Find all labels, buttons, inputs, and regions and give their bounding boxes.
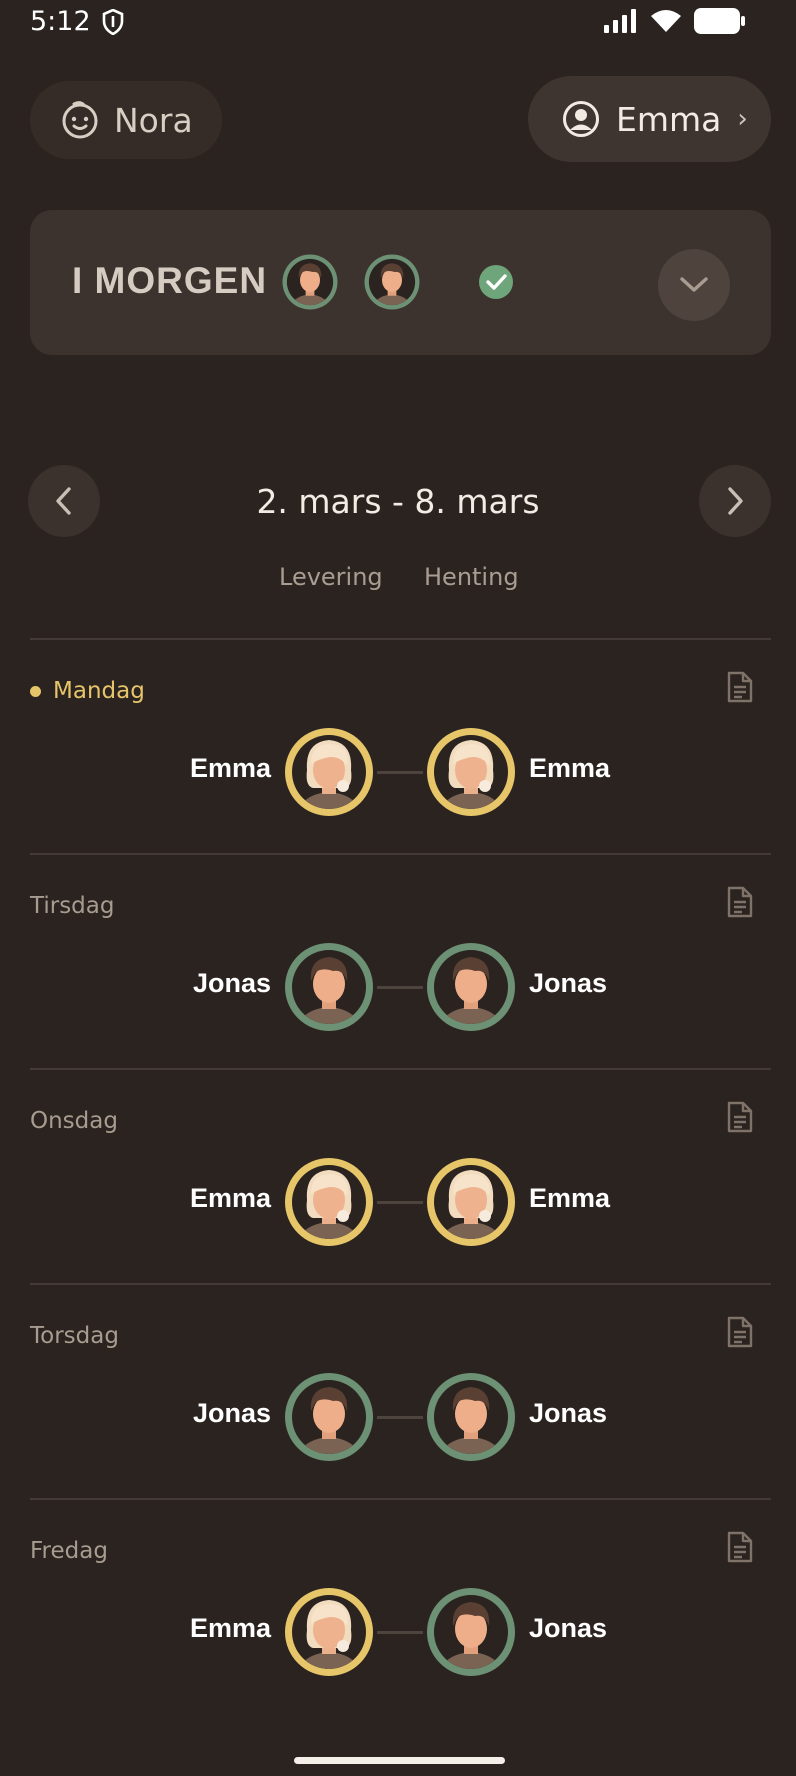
connector-line — [377, 1631, 423, 1634]
dropoff-person: Jonas — [192, 1398, 271, 1428]
dropoff-person: Emma — [189, 1613, 271, 1643]
dropoff-person: Emma — [189, 753, 271, 783]
dropoff-avatar[interactable] — [281, 1369, 377, 1465]
chevron-right-icon: › — [737, 104, 748, 134]
pickup-person: Jonas — [529, 968, 608, 998]
tomorrow-card[interactable]: I MORGEN — [30, 210, 771, 355]
dropoff-person: Jonas — [192, 968, 271, 998]
dropoff-avatar[interactable] — [281, 1584, 377, 1680]
pickup-person: Jonas — [529, 1398, 608, 1428]
connector-line — [377, 986, 423, 989]
shield-icon — [102, 9, 124, 35]
dropoff-person: Emma — [189, 1183, 271, 1213]
day-row[interactable]: Fredag Emma Jonas — [0, 1500, 796, 1714]
tomorrow-title: I MORGEN — [72, 260, 268, 301]
chevron-right-icon — [728, 487, 743, 515]
child-face-icon — [62, 101, 98, 139]
status-time: 5:12 — [30, 6, 91, 37]
child-name: Nora — [114, 100, 193, 140]
tomorrow-pickup-avatar — [362, 252, 422, 312]
column-header-pickup: Henting — [424, 563, 519, 591]
pickup-person: Emma — [529, 753, 611, 783]
dropoff-avatar[interactable] — [281, 1154, 377, 1250]
home-indicator[interactable] — [294, 1757, 505, 1764]
column-header-dropoff: Levering — [279, 563, 383, 591]
day-name: Mandag — [53, 678, 145, 704]
day-row[interactable]: Tirsdag Jonas Jonas — [0, 855, 796, 1069]
expand-tomorrow-button[interactable] — [658, 249, 730, 321]
next-week-button[interactable] — [699, 465, 771, 537]
check-circle-icon — [479, 265, 513, 299]
week-range: 2. mars - 8. mars — [256, 482, 540, 521]
document-icon[interactable] — [726, 1315, 754, 1349]
day-name: Fredag — [30, 1538, 108, 1564]
day-row[interactable]: Onsdag Emma Emma — [0, 1070, 796, 1284]
pickup-avatar[interactable] — [423, 939, 519, 1035]
document-icon[interactable] — [726, 1100, 754, 1134]
pickup-avatar[interactable] — [423, 1154, 519, 1250]
chevron-left-icon — [56, 487, 71, 515]
signal-icon — [604, 9, 636, 33]
pickup-avatar[interactable] — [423, 1369, 519, 1465]
connector-line — [377, 1416, 423, 1419]
dropoff-avatar[interactable] — [281, 939, 377, 1035]
user-profile-button[interactable]: Emma › — [528, 76, 771, 162]
chevron-down-icon — [680, 277, 708, 292]
day-row[interactable]: Mandag Emma Emma — [0, 640, 796, 854]
tomorrow-dropoff-avatar — [280, 252, 340, 312]
wifi-icon — [651, 10, 681, 32]
user-name: Emma — [616, 99, 722, 139]
day-row[interactable]: Torsdag Jonas Jonas — [0, 1285, 796, 1499]
day-name: Torsdag — [30, 1323, 119, 1349]
previous-week-button[interactable] — [28, 465, 100, 537]
document-icon[interactable] — [726, 670, 754, 704]
day-name: Onsdag — [30, 1108, 118, 1134]
battery-icon — [694, 8, 745, 34]
today-indicator — [30, 686, 41, 697]
user-circle-icon — [563, 101, 599, 137]
dropoff-avatar[interactable] — [281, 724, 377, 820]
pickup-avatar[interactable] — [423, 1584, 519, 1680]
day-name: Tirsdag — [30, 893, 115, 919]
child-selector[interactable]: Nora — [30, 81, 222, 159]
document-icon[interactable] — [726, 1530, 754, 1564]
pickup-avatar[interactable] — [423, 724, 519, 820]
status-bar: 5:12 — [0, 0, 796, 44]
connector-line — [377, 1201, 423, 1204]
document-icon[interactable] — [726, 885, 754, 919]
pickup-person: Emma — [529, 1183, 611, 1213]
pickup-person: Jonas — [529, 1613, 608, 1643]
connector-line — [377, 771, 423, 774]
